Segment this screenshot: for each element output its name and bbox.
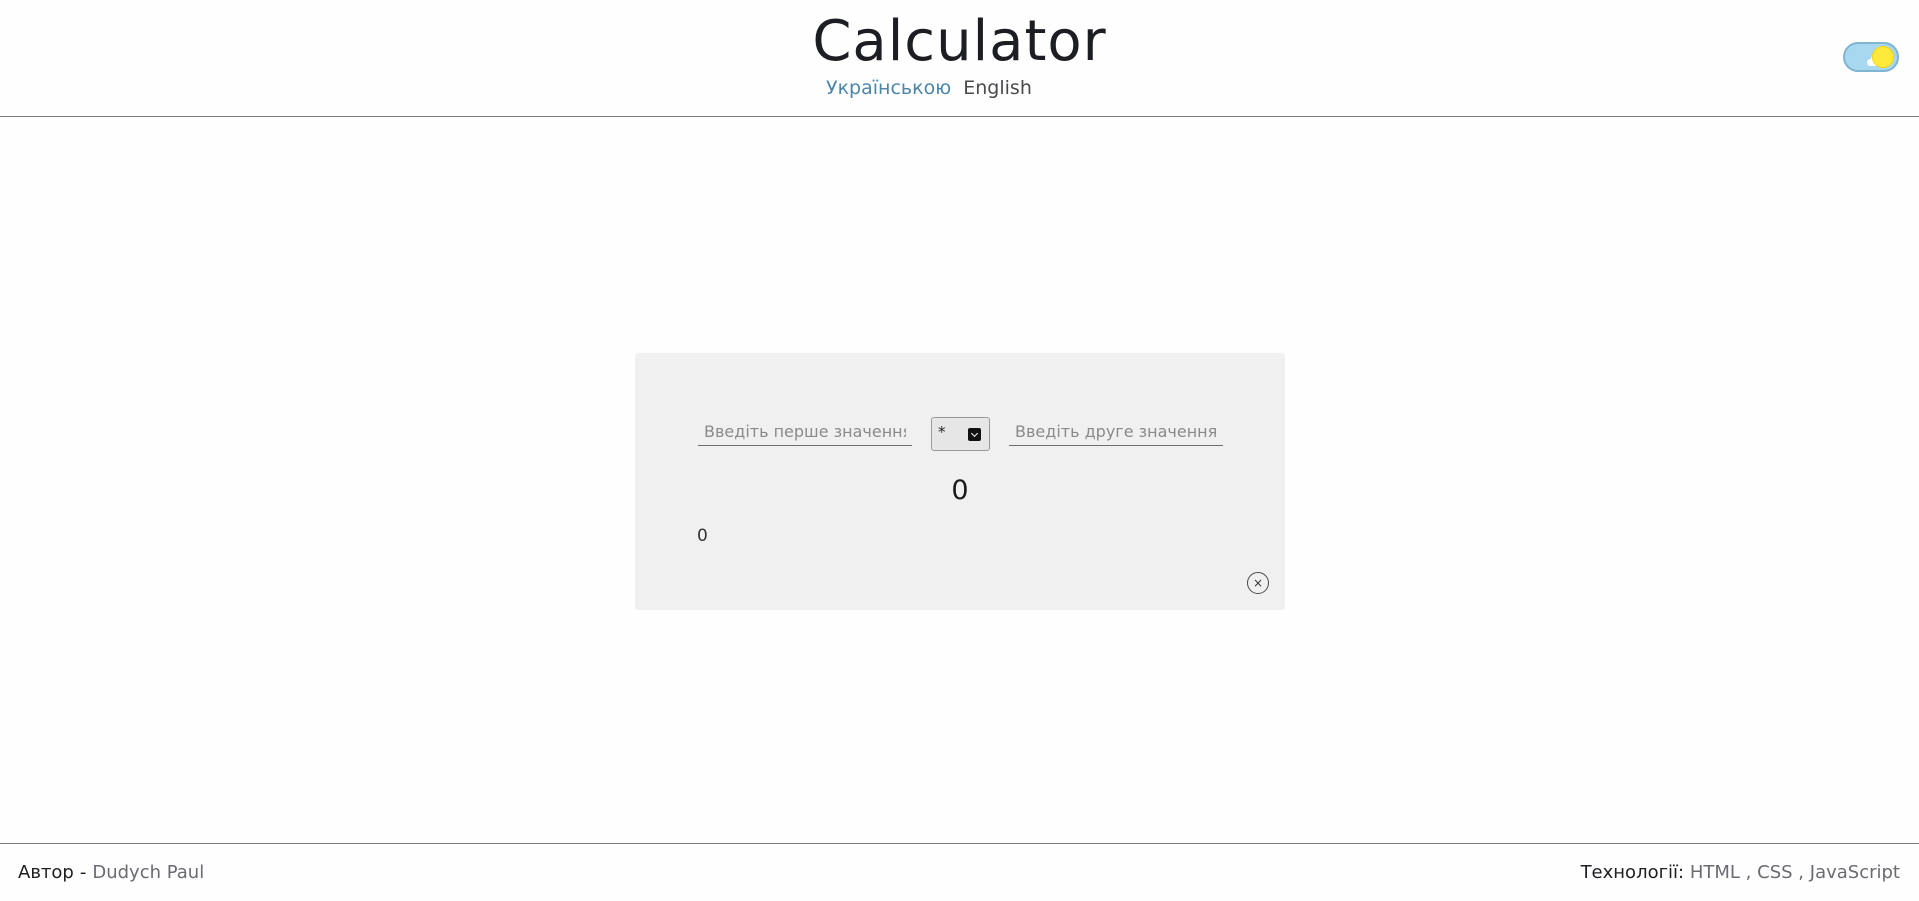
language-link-ukrainian[interactable]: Українською [826,77,951,99]
technologies: Технології: HTML , CSS , JavaScript [1581,862,1900,883]
footer: Автор - Dudych Paul Технології: HTML , CSS… [0,843,1919,901]
sun-icon [1872,46,1894,68]
tech-link-html[interactable]: HTML [1690,862,1740,883]
tech-link-javascript[interactable]: JavaScript [1810,862,1900,883]
operator-select[interactable]: * [931,417,990,451]
second-value-input[interactable] [1009,418,1223,446]
page-title: Calculator [812,9,1107,74]
author-link[interactable]: Dudych Paul [92,862,204,883]
clear-button[interactable]: × [1247,572,1269,594]
operator-value: * [938,423,946,441]
language-switcher: Українською English [826,76,1032,100]
author-separator: - [79,862,87,883]
tech-separator: , [1798,862,1805,883]
header: Calculator Українською English [0,0,1919,117]
author-label: Автор [18,862,74,883]
close-icon: × [1252,576,1264,590]
author-credit: Автор - Dudych Paul [18,862,204,883]
tech-link-css[interactable]: CSS [1757,862,1792,883]
theme-toggle[interactable] [1843,42,1899,72]
chevron-down-icon [968,428,981,441]
history-value: 0 [697,526,708,546]
language-link-english[interactable]: English [963,77,1032,99]
tech-label: Технології: [1580,862,1685,883]
calculator-card: * 0 0 × [635,353,1285,610]
first-value-input[interactable] [698,418,912,446]
result-display: 0 [951,475,969,506]
tech-separator: , [1745,862,1752,883]
